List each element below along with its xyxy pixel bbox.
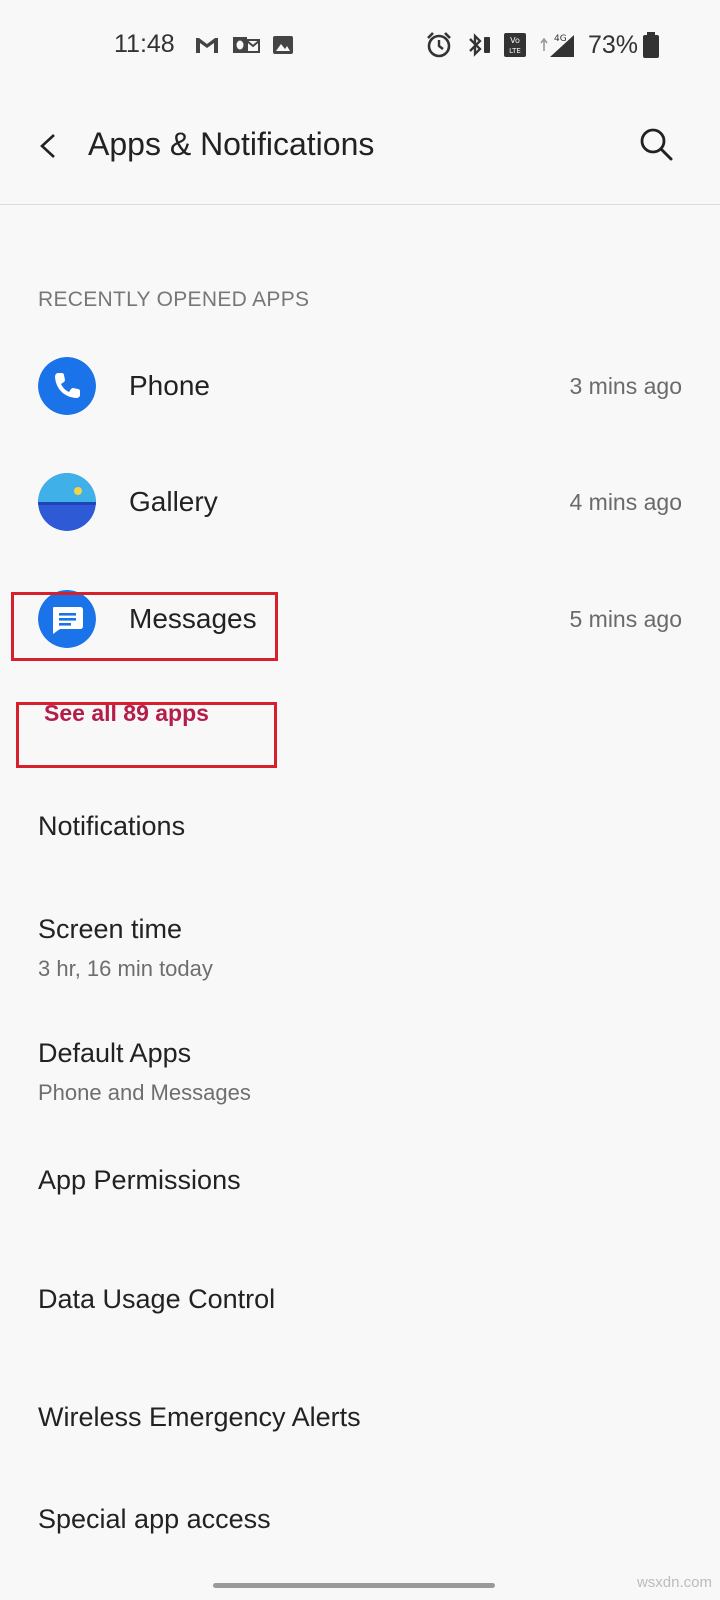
- menu-item-title: Screen time: [38, 914, 183, 944]
- watermark-text: wsxdn.com: [636, 1574, 712, 1591]
- gallery-app-icon: [38, 473, 96, 531]
- app-last-opened: 5 mins ago: [569, 606, 682, 632]
- messages-highlight-box: [11, 592, 278, 661]
- app-last-opened: 3 mins ago: [569, 373, 682, 399]
- outlook-icon: [231, 32, 261, 58]
- signal-icon: 4G: [538, 32, 576, 58]
- svg-text:LTE: LTE: [509, 47, 521, 55]
- recent-apps-header: RECENTLY OPENED APPS: [38, 288, 310, 311]
- menu-item-title: App Permissions: [38, 1165, 241, 1195]
- menu-item-data-usage-control[interactable]: Data Usage Control: [0, 1258, 720, 1362]
- app-name: Phone: [129, 370, 210, 401]
- bluetooth-icon: [463, 32, 493, 58]
- menu-item-title: Default Apps: [38, 1038, 192, 1068]
- app-last-opened: 4 mins ago: [569, 489, 682, 515]
- home-indicator[interactable]: [213, 1583, 495, 1588]
- search-icon: [640, 128, 673, 161]
- status-time: 11:48: [114, 30, 175, 58]
- menu-item-special-app-access[interactable]: Special app access: [0, 1478, 720, 1578]
- back-button[interactable]: [26, 124, 70, 168]
- battery-percent: 73%: [588, 31, 639, 59]
- menu-item-subtitle: 3 hr, 16 min today: [38, 956, 213, 981]
- back-arrow-icon: [40, 134, 55, 158]
- volte-icon: Vo LTE: [502, 32, 528, 58]
- toolbar: Apps & Notifications: [0, 92, 720, 205]
- network-type-label: 4G: [554, 34, 567, 44]
- menu-item-default-apps[interactable]: Default Apps Phone and Messages: [0, 1008, 720, 1112]
- svg-text:Vo: Vo: [510, 36, 520, 45]
- menu-item-title: Notifications: [38, 811, 186, 841]
- page-title: Apps & Notifications: [88, 126, 375, 162]
- see-all-highlight-box: [16, 702, 277, 768]
- recent-app-row-gallery[interactable]: Gallery 4 mins ago: [0, 448, 720, 558]
- search-button[interactable]: [632, 120, 680, 168]
- recent-app-row-phone[interactable]: Phone 3 mins ago: [0, 332, 720, 442]
- menu-item-title: Wireless Emergency Alerts: [38, 1402, 361, 1432]
- menu-item-wireless-emergency-alerts[interactable]: Wireless Emergency Alerts: [0, 1376, 720, 1480]
- menu-item-title: Data Usage Control: [38, 1284, 276, 1314]
- app-name: Gallery: [129, 486, 218, 517]
- phone-app-icon: [38, 357, 96, 415]
- menu-item-notifications[interactable]: Notifications: [0, 776, 720, 876]
- gallery-icon: [271, 32, 295, 58]
- gmail-icon: [193, 32, 221, 58]
- menu-item-subtitle: Phone and Messages: [38, 1080, 251, 1105]
- alarm-icon: [424, 32, 454, 58]
- settings-screen: 11:48 Vo LTE 4G 73% Apps & Notifications…: [0, 0, 720, 1600]
- menu-item-screen-time[interactable]: Screen time 3 hr, 16 min today: [0, 886, 720, 990]
- menu-item-title: Special app access: [38, 1504, 271, 1534]
- menu-item-app-permissions[interactable]: App Permissions: [0, 1140, 720, 1244]
- battery-icon: [641, 32, 661, 58]
- status-bar: 11:48 Vo LTE 4G 73%: [0, 0, 720, 92]
